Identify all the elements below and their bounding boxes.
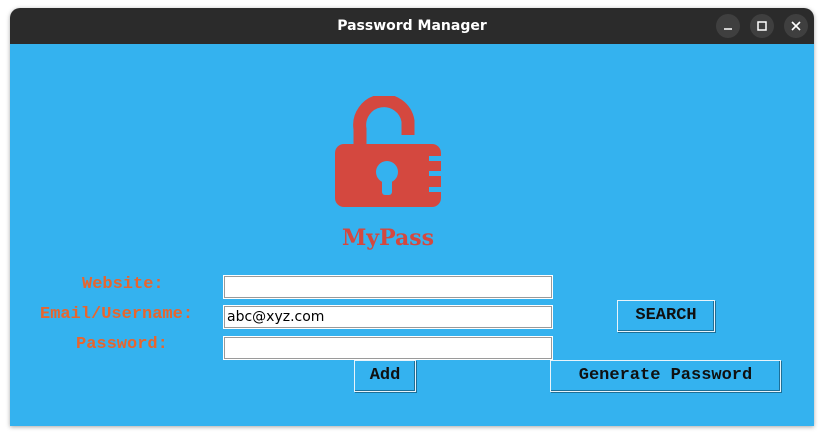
main-content: MyPass Website: Email/Username: Password… [10, 44, 814, 426]
password-manager-window: Password Manager MyPass Website: Email/U… [10, 8, 814, 426]
email-username-input[interactable] [223, 305, 553, 329]
email-username-label: Email/Username: [40, 305, 194, 324]
website-input[interactable] [223, 275, 553, 299]
website-label: Website: [82, 275, 164, 294]
close-button[interactable] [784, 14, 808, 38]
padlock-open-icon [335, 96, 443, 207]
generate-password-button[interactable]: Generate Password [550, 360, 781, 392]
password-label: Password: [76, 335, 168, 354]
minimize-button[interactable] [716, 14, 740, 38]
maximize-icon [757, 21, 767, 31]
close-icon [791, 21, 801, 31]
search-button[interactable]: SEARCH [617, 300, 715, 332]
password-input[interactable] [223, 336, 553, 360]
title-bar: Password Manager [10, 8, 814, 44]
brand-logo-text: MyPass [341, 225, 435, 251]
add-button[interactable]: Add [354, 360, 416, 392]
minimize-icon [724, 28, 732, 30]
maximize-button[interactable] [750, 14, 774, 38]
window-title: Password Manager [337, 18, 487, 34]
